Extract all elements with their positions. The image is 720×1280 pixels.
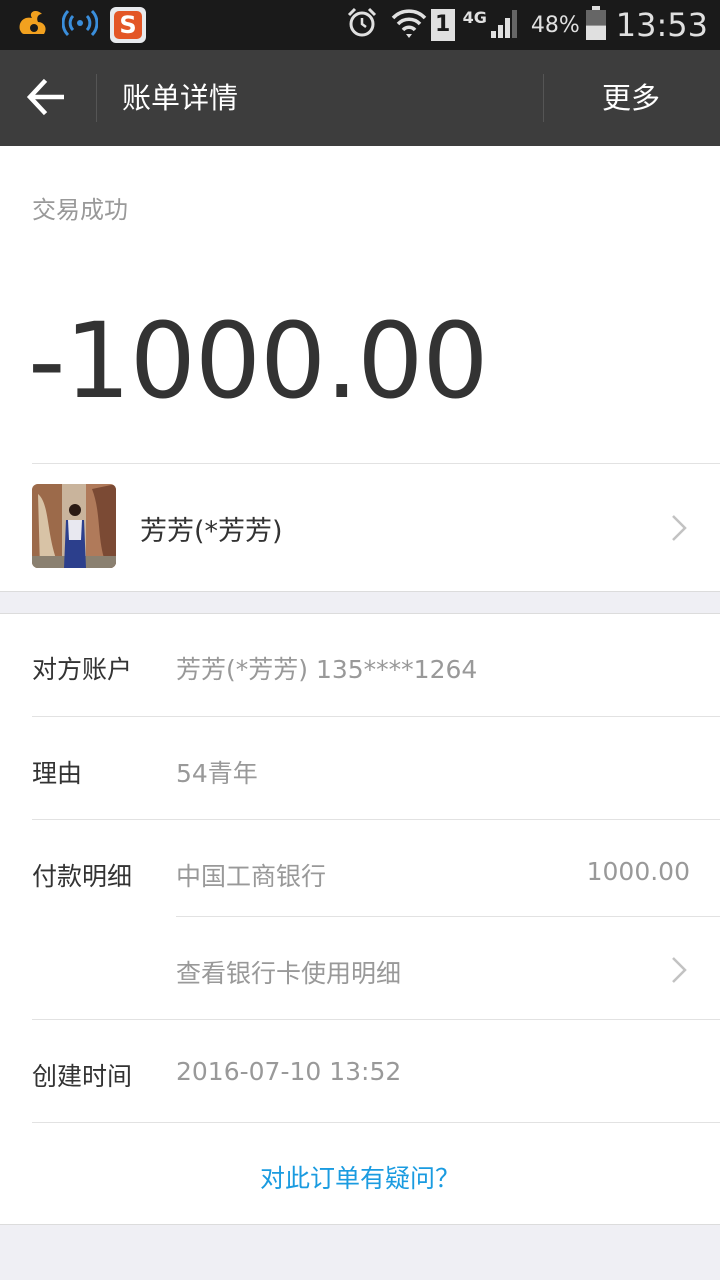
reason-value: 54青年 [176,759,258,788]
title-divider-left [96,74,97,122]
alarm-icon [345,6,391,44]
divider [176,916,720,917]
network-type: 4G [462,8,487,27]
chevron-right-icon [672,515,687,541]
signal-icon [489,7,531,43]
title-divider-right [543,74,544,122]
account-label: 对方账户 [32,655,133,684]
sim-icon: 1 [430,9,455,41]
question-link[interactable]: 对此订单有疑问？ [0,1159,720,1195]
title-bar: 账单详情 更多 [0,50,720,146]
counterparty-row[interactable]: 芳芳(*芳芳) [0,464,720,592]
counterparty-name: 芳芳(*芳芳) [140,516,283,547]
status-bar: S 1 4G 48% 13:53 [0,0,720,50]
payment-bank: 中国工商银行 [176,862,327,891]
chevron-right-icon [672,957,687,983]
transaction-summary: 交易成功 -1000.00 芳芳(*芳芳) [0,146,720,592]
divider [32,1019,720,1020]
avatar [32,484,116,568]
battery-level-fill [585,25,606,40]
page-title: 账单详情 [122,81,239,115]
sogou-letter: S [114,11,142,39]
card-usage-link[interactable]: 查看银行卡使用明细 [176,954,401,990]
transaction-details: 对方账户 芳芳(*芳芳) 135****1264 理由 54青年 付款明细 中国… [0,613,720,1225]
more-button[interactable]: 更多 [602,78,660,118]
arrow-left-icon [26,78,64,116]
notification-icons: S [14,6,146,44]
divider [32,1122,720,1123]
back-button[interactable] [24,76,72,120]
transaction-amount: -1000.00 [28,300,489,422]
reason-label: 理由 [32,759,83,788]
wifi-icon [391,6,431,44]
divider [32,716,720,717]
sogou-input-icon: S [110,7,146,43]
transaction-status: 交易成功 [32,196,128,224]
payment-amount: 1000.00 [586,857,690,886]
uc-browser-icon [14,4,52,46]
created-label: 创建时间 [32,1062,133,1091]
wifi-app-icon [52,5,99,45]
payment-label: 付款明细 [32,862,133,891]
clock: 13:53 [615,6,708,44]
battery-icon [585,6,616,44]
divider [32,819,720,820]
system-status: 1 4G 48% 13:53 [345,0,708,50]
created-value: 2016-07-10 13:52 [176,1057,402,1086]
battery-percent: 48% [530,12,580,38]
account-value: 芳芳(*芳芳) 135****1264 [176,655,478,684]
